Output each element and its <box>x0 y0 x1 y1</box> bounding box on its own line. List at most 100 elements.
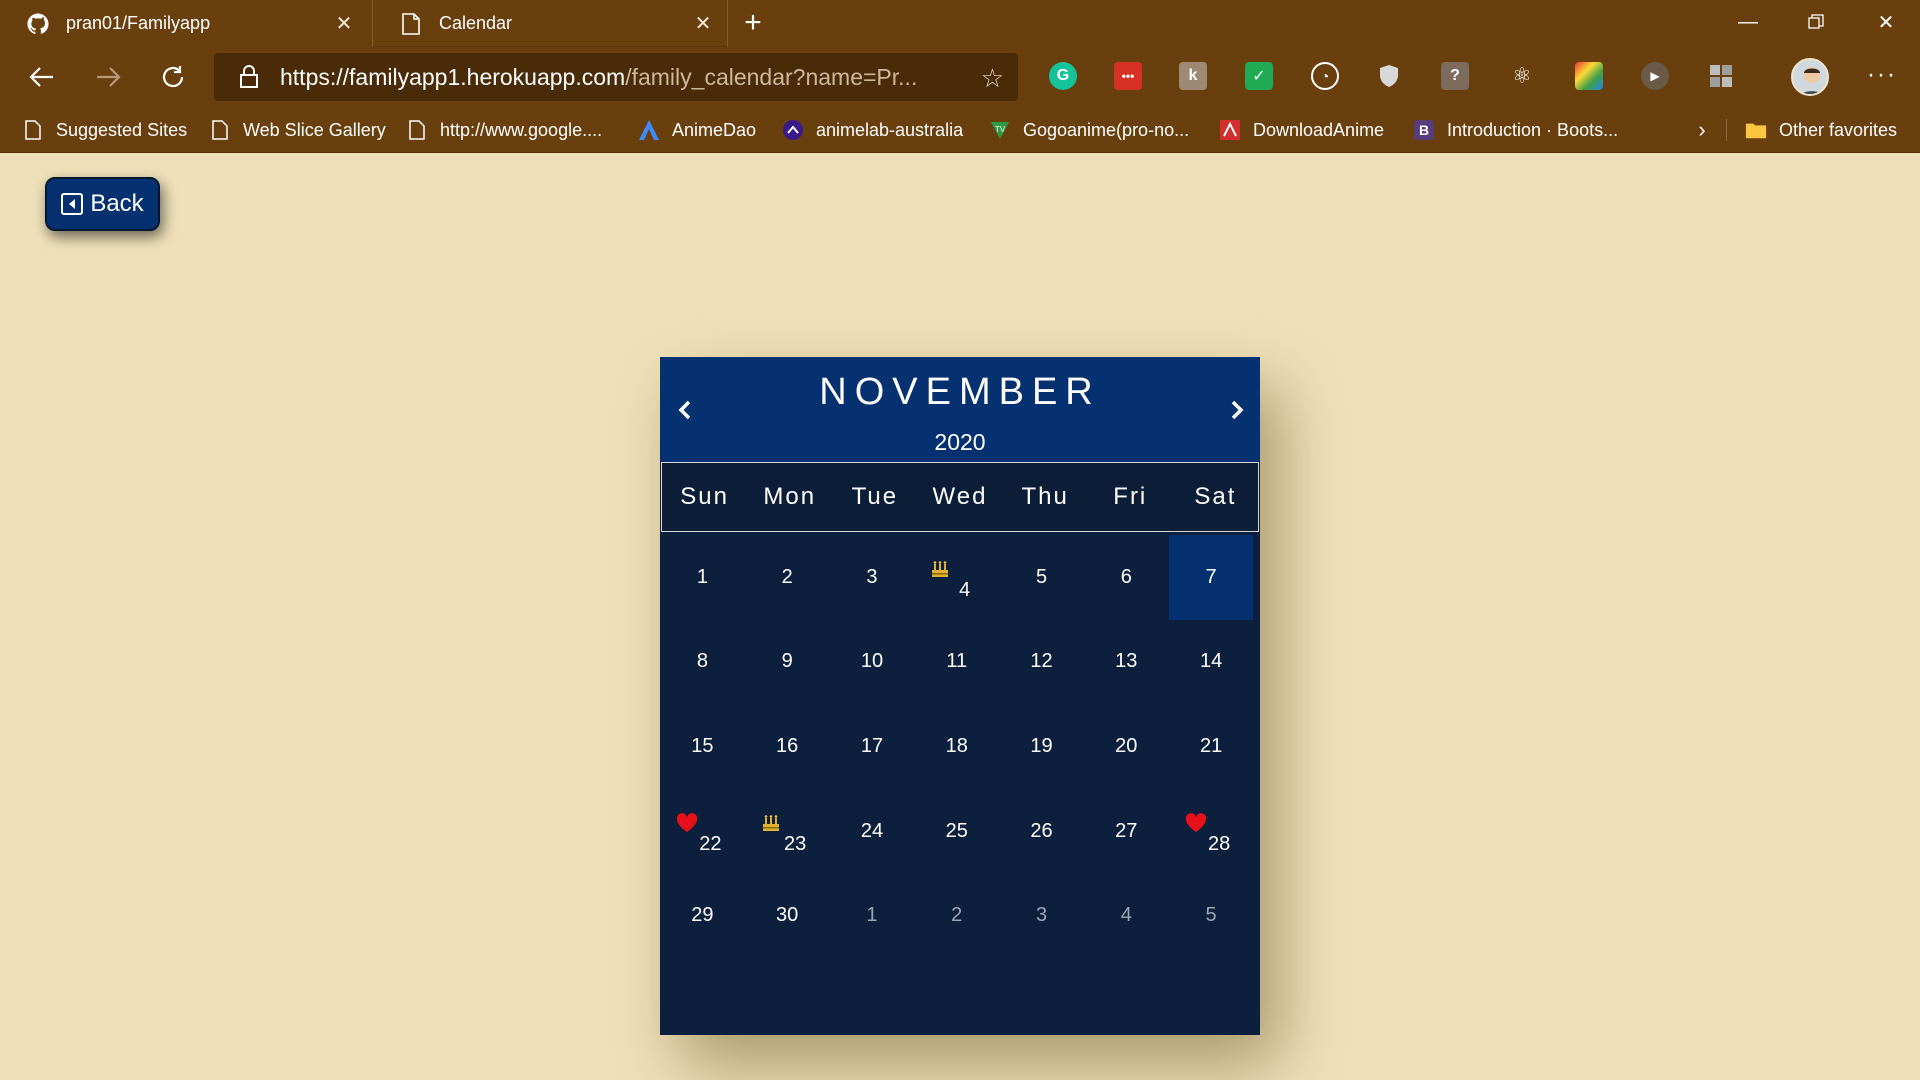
page-icon <box>22 119 44 141</box>
calendar-day[interactable]: 17 <box>830 704 915 789</box>
calendar-day-number: 15 <box>691 734 714 757</box>
calendar-day[interactable]: 8 <box>660 620 745 705</box>
calendar-day-number: 22 <box>699 832 722 855</box>
calendar-day[interactable]: 24 <box>830 789 915 874</box>
calendar-day[interactable]: 11 <box>914 620 999 705</box>
close-window-icon[interactable]: ✕ <box>1852 0 1920 44</box>
calendar-day[interactable]: 6 <box>1084 535 1169 620</box>
calendar-day[interactable]: 30 <box>745 873 830 958</box>
lastpass-icon[interactable]: ••• <box>1114 62 1142 90</box>
react-icon[interactable]: ⚛ <box>1508 62 1536 90</box>
calendar-day-other-month[interactable]: 3 <box>999 873 1084 958</box>
calendar-day[interactable]: 18 <box>914 704 999 789</box>
avatar[interactable] <box>1791 58 1829 96</box>
calendar-day-other-month[interactable]: 5 <box>1169 873 1254 958</box>
weekday-label: Fri <box>1113 483 1148 510</box>
forward-arrow-icon[interactable] <box>88 57 128 97</box>
star-icon[interactable]: ☆ <box>981 63 1004 94</box>
favorite-web-slice-gallery[interactable]: Web Slice Gallery <box>209 107 386 153</box>
calendar-day[interactable]: 4 <box>914 535 999 620</box>
calendar-day-number: 2 <box>781 565 793 588</box>
favorite-label: Gogoanime(pro-no... <box>1023 119 1190 140</box>
calendar-day[interactable]: 29 <box>660 873 745 958</box>
calendar-day[interactable]: 22 <box>660 789 745 874</box>
favorite-label: Web Slice Gallery <box>243 119 386 140</box>
calendar-day[interactable]: 20 <box>1084 704 1169 789</box>
calendar-day[interactable]: 12 <box>999 620 1084 705</box>
calendar-day[interactable]: 15 <box>660 704 745 789</box>
calendar-day-other-month[interactable]: 2 <box>914 873 999 958</box>
calendar-day[interactable]: 14 <box>1169 620 1254 705</box>
page-icon <box>209 119 231 141</box>
calendar-day[interactable]: 19 <box>999 704 1084 789</box>
play-icon[interactable]: ▶ <box>1641 62 1669 90</box>
favorite-downloadanime[interactable]: DownloadAnime <box>1219 107 1384 153</box>
calendar-day-number: 27 <box>1115 819 1138 842</box>
calendar-day[interactable]: 16 <box>745 704 830 789</box>
calendar-day[interactable]: 26 <box>999 789 1084 874</box>
favorite-google[interactable]: http://www.google.... <box>406 107 602 153</box>
favorite-other-favorites[interactable]: Other favorites <box>1745 107 1897 153</box>
calendar-day[interactable]: 10 <box>830 620 915 705</box>
bootstrap-icon: B <box>1413 119 1435 141</box>
url-text[interactable]: https://familyapp1.herokuapp.com/family_… <box>280 64 970 91</box>
help-icon[interactable]: ? <box>1441 62 1469 90</box>
downloadanime-icon <box>1219 119 1241 141</box>
back-arrow-icon[interactable] <box>22 57 62 97</box>
back-button-label: Back <box>90 190 144 217</box>
calendar-header: NOVEMBER 2020 <box>660 357 1260 462</box>
more-icon[interactable]: ··· <box>1862 57 1902 97</box>
refresh-icon[interactable] <box>153 57 193 97</box>
calendar-day[interactable]: 5 <box>999 535 1084 620</box>
address-bar[interactable]: https://familyapp1.herokuapp.com/family_… <box>214 53 1018 101</box>
chevron-right-icon[interactable] <box>1222 395 1252 425</box>
favorite-gogoanime[interactable]: TV Gogoanime(pro-no... <box>989 107 1189 153</box>
calendar-day[interactable]: 27 <box>1084 789 1169 874</box>
favorites-bar: Suggested Sites Web Slice Gallery http:/… <box>0 107 1920 153</box>
tab-title: Calendar <box>439 13 513 33</box>
close-icon[interactable]: ✕ <box>328 8 360 40</box>
lock-icon[interactable] <box>234 65 264 89</box>
tab-calendar[interactable]: Calendar ✕ <box>372 0 728 47</box>
tab-familyapp[interactable]: pran01/Familyapp ✕ <box>0 0 368 47</box>
favorite-suggested-sites[interactable]: Suggested Sites <box>22 107 187 153</box>
calendar-day[interactable]: 25 <box>914 789 999 874</box>
speed-icon[interactable]: ◔ <box>1311 62 1339 90</box>
new-tab-button[interactable]: + <box>736 6 770 40</box>
calendar-day-other-month[interactable]: 4 <box>1084 873 1169 958</box>
extension-icon[interactable]: k <box>1179 62 1207 90</box>
evernote-icon[interactable]: ✓ <box>1245 62 1273 90</box>
colorzilla-icon[interactable] <box>1575 62 1603 90</box>
weekday-label: Mon <box>763 483 817 510</box>
close-icon[interactable]: ✕ <box>687 8 719 40</box>
calendar-day[interactable]: 3 <box>830 535 915 620</box>
calendar-day[interactable]: 28 <box>1169 789 1254 874</box>
calendar-day-number: 29 <box>691 904 714 927</box>
calendar-day-other-month[interactable]: 1 <box>830 873 915 958</box>
calendar-day-number: 16 <box>776 734 799 757</box>
grammarly-icon[interactable]: G <box>1049 62 1077 90</box>
calendar-day[interactable]: 23 <box>745 789 830 874</box>
calendar-day[interactable]: 21 <box>1169 704 1254 789</box>
calendar-day-number: 9 <box>781 650 793 673</box>
tab-bar: pran01/Familyapp ✕ Calendar ✕ + — ✕ <box>0 0 1920 47</box>
calendar-day[interactable]: 9 <box>745 620 830 705</box>
restore-icon[interactable] <box>1782 0 1850 44</box>
favorite-animedao[interactable]: AnimeDao <box>638 107 756 153</box>
shield-icon[interactable] <box>1375 62 1403 90</box>
favorite-bootstrap[interactable]: B Introduction · Boots... <box>1413 107 1618 153</box>
calendar-day-selected[interactable]: 7 <box>1168 535 1254 620</box>
svg-text:TV: TV <box>995 125 1006 134</box>
favorite-label: http://www.google.... <box>440 119 603 140</box>
calendar-day[interactable]: 2 <box>745 535 830 620</box>
calendar-day[interactable]: 1 <box>660 535 745 620</box>
calendar-day[interactable]: 13 <box>1084 620 1169 705</box>
minimize-icon[interactable]: — <box>1714 0 1782 44</box>
favorite-animelab[interactable]: animelab-australia <box>782 107 963 153</box>
calendar-day-number: 17 <box>860 734 884 757</box>
calendar-day-number: 4 <box>1120 904 1132 927</box>
folder-icon <box>1745 119 1767 141</box>
chevron-right-icon[interactable]: › <box>1690 107 1714 153</box>
back-button[interactable]: Back <box>45 177 160 231</box>
grid-icon[interactable] <box>1707 62 1735 90</box>
